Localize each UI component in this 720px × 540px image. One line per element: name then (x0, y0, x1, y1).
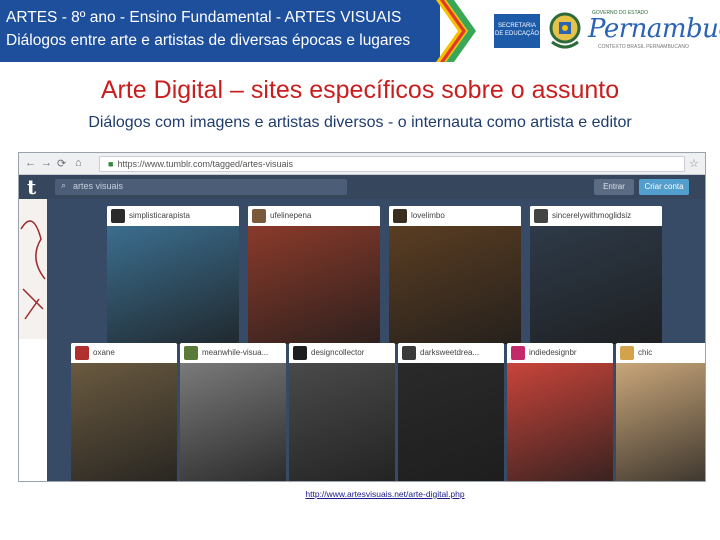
post-author[interactable]: darksweetdrea... (420, 348, 479, 357)
post-header: sincerelywithmoglidsiz (530, 206, 662, 226)
post-header: indiedesignbr (507, 343, 613, 363)
lock-icon: ■ (108, 159, 114, 169)
post-card[interactable]: simplisticarapista (107, 206, 239, 344)
reload-icon[interactable]: ⟳ (57, 157, 66, 170)
login-button[interactable]: Entrar (594, 179, 634, 195)
pernambuco-caption: CONTEXTO BRASIL PERNAMBUCANO (598, 44, 689, 50)
avatar[interactable] (75, 346, 89, 360)
header-course-line: ARTES - 8º ano - Ensino Fundamental - AR… (6, 9, 402, 26)
post-card[interactable]: ufelinepena (248, 206, 380, 344)
source-link[interactable]: http://www.artesvisuais.net/arte-digital… (0, 489, 720, 499)
post-image[interactable] (389, 226, 521, 344)
post-card[interactable]: indiedesignbr (507, 343, 613, 481)
avatar[interactable] (111, 209, 125, 223)
avatar[interactable] (534, 209, 548, 223)
post-author[interactable]: designcollector (311, 348, 364, 357)
browser-toolbar: ← → ⟳ ⌂ ■ https://www.tumblr.com/tagged/a… (19, 153, 705, 175)
address-bar[interactable]: ■ https://www.tumblr.com/tagged/artes-vis… (99, 156, 685, 172)
post-image[interactable] (180, 363, 286, 481)
post-header: simplisticarapista (107, 206, 239, 226)
avatar[interactable] (393, 209, 407, 223)
avatar[interactable] (293, 346, 307, 360)
secretaria-logo: SECRETARIA DE EDUCAÇÃO (494, 14, 540, 48)
header-decoration (436, 0, 476, 62)
post-author[interactable]: simplisticarapista (129, 211, 190, 220)
header-theme-line: Diálogos entre arte e artistas de divers… (6, 32, 411, 49)
post-card[interactable]: oxane (71, 343, 177, 481)
sketch-image (19, 199, 47, 481)
slide-title: Arte Digital – sites específicos sobre o… (100, 76, 620, 104)
post-header: oxane (71, 343, 177, 363)
post-card[interactable]: lovelimbo (389, 206, 521, 344)
post-image[interactable] (71, 363, 177, 481)
search-icon: ⌕ (61, 180, 67, 190)
post-card[interactable]: designcollector (289, 343, 395, 481)
bookmark-star-icon[interactable]: ☆ (689, 157, 699, 170)
post-header: designcollector (289, 343, 395, 363)
post-image[interactable] (398, 363, 504, 481)
back-icon[interactable]: ← (25, 157, 36, 169)
post-header: darksweetdrea... (398, 343, 504, 363)
avatar[interactable] (184, 346, 198, 360)
post-image[interactable] (530, 226, 662, 344)
post-author[interactable]: meanwhile-visua... (202, 348, 268, 357)
slide-subtitle: Diálogos com imagens e artistas diversos… (88, 114, 632, 131)
post-header: lovelimbo (389, 206, 521, 226)
browser-screenshot: ← → ⟳ ⌂ ■ https://www.tumblr.com/tagged/a… (18, 152, 706, 482)
avatar[interactable] (252, 209, 266, 223)
avatar[interactable] (402, 346, 416, 360)
state-crest-icon (549, 12, 581, 49)
tumblr-logo[interactable]: t (27, 175, 36, 199)
avatar[interactable] (511, 346, 525, 360)
post-header: ufelinepena (248, 206, 380, 226)
post-image[interactable] (289, 363, 395, 481)
post-header: meanwhile-visua... (180, 343, 286, 363)
tumblr-search-input[interactable]: artes visuais (55, 179, 347, 195)
post-author[interactable]: ufelinepena (270, 211, 311, 220)
signup-button[interactable]: Criar conta (639, 179, 689, 195)
post-author[interactable]: sincerelywithmoglidsiz (552, 211, 631, 220)
post-image[interactable] (107, 226, 239, 344)
post-image[interactable] (507, 363, 613, 481)
post-card[interactable]: meanwhile-visua... (180, 343, 286, 481)
post-header: chic (616, 343, 705, 363)
address-text: https://www.tumblr.com/tagged/artes-visu… (117, 159, 294, 169)
post-author[interactable]: chic (638, 348, 652, 357)
post-card[interactable]: darksweetdrea... (398, 343, 504, 481)
post-card[interactable]: sincerelywithmoglidsiz (530, 206, 662, 344)
post-card[interactable]: chic (616, 343, 705, 481)
post-image[interactable] (616, 363, 705, 481)
avatar[interactable] (620, 346, 634, 360)
tumblr-navbar: t artes visuais ⌕ Entrar Criar conta (19, 175, 705, 199)
post-author[interactable]: oxane (93, 348, 115, 357)
post-image[interactable] (248, 226, 380, 344)
post-author[interactable]: lovelimbo (411, 211, 445, 220)
home-icon[interactable]: ⌂ (75, 157, 82, 169)
forward-icon[interactable]: → (41, 157, 52, 169)
post-author[interactable]: indiedesignbr (529, 348, 577, 357)
slide-header: ARTES - 8º ano - Ensino Fundamental - AR… (0, 0, 720, 62)
pernambuco-logo: Pernambuco (588, 14, 720, 44)
left-edge-post[interactable] (19, 199, 47, 481)
